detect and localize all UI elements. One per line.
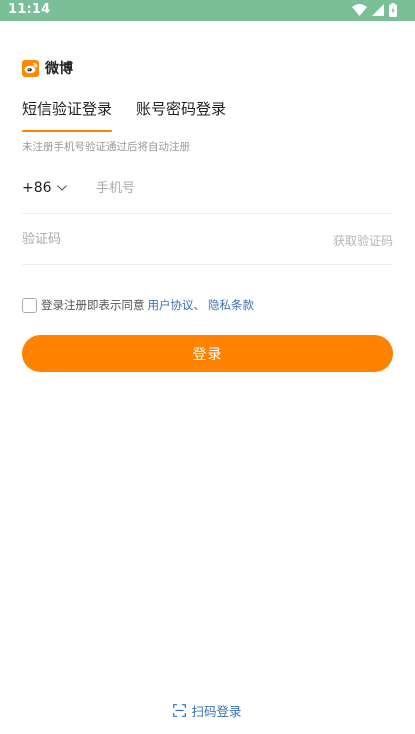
get-code-button[interactable]: 获取验证码 [333,232,393,249]
app-header: 微博 [22,58,73,78]
auto-register-hint: 未注册手机号验证通过后将自动注册 [22,141,190,153]
app-name: 微博 [45,61,73,77]
country-code-label: +86 [22,180,52,196]
agreement-text: 登录注册即表示同意 [41,298,145,312]
tab-sms-login[interactable]: 短信验证登录 [22,98,113,132]
user-agreement-link[interactable]: 用户协议 [148,297,194,313]
signal-icon [372,4,384,16]
phone-field-row: +86 [22,162,393,214]
status-bar: 11:14 [0,0,415,21]
agreement-row: 登录注册即表示同意 用户协议 、 隐私条款 [22,297,254,313]
code-field-row: 获取验证码 [22,213,393,265]
privacy-policy-link[interactable]: 隐私条款 [208,297,254,313]
battery-icon [389,3,397,17]
chevron-down-icon [56,185,67,191]
agreement-separator: 、 [193,298,206,312]
weibo-logo-icon [22,59,39,77]
login-tabs: 短信验证登录 账号密码登录 [22,98,226,132]
scan-login-button[interactable]: 扫码登录 [0,701,415,720]
wifi-icon [352,4,367,16]
login-button[interactable]: 登录 [22,335,393,372]
tab-password-login[interactable]: 账号密码登录 [136,98,226,132]
country-code-selector[interactable]: +86 [22,180,67,196]
phone-input[interactable] [96,174,386,202]
agreement-checkbox[interactable] [22,297,37,313]
status-time: 11:14 [8,2,51,17]
verification-code-input[interactable] [22,225,272,253]
scan-login-label: 扫码登录 [191,704,242,719]
status-icons [352,3,397,17]
scan-icon [173,704,187,717]
